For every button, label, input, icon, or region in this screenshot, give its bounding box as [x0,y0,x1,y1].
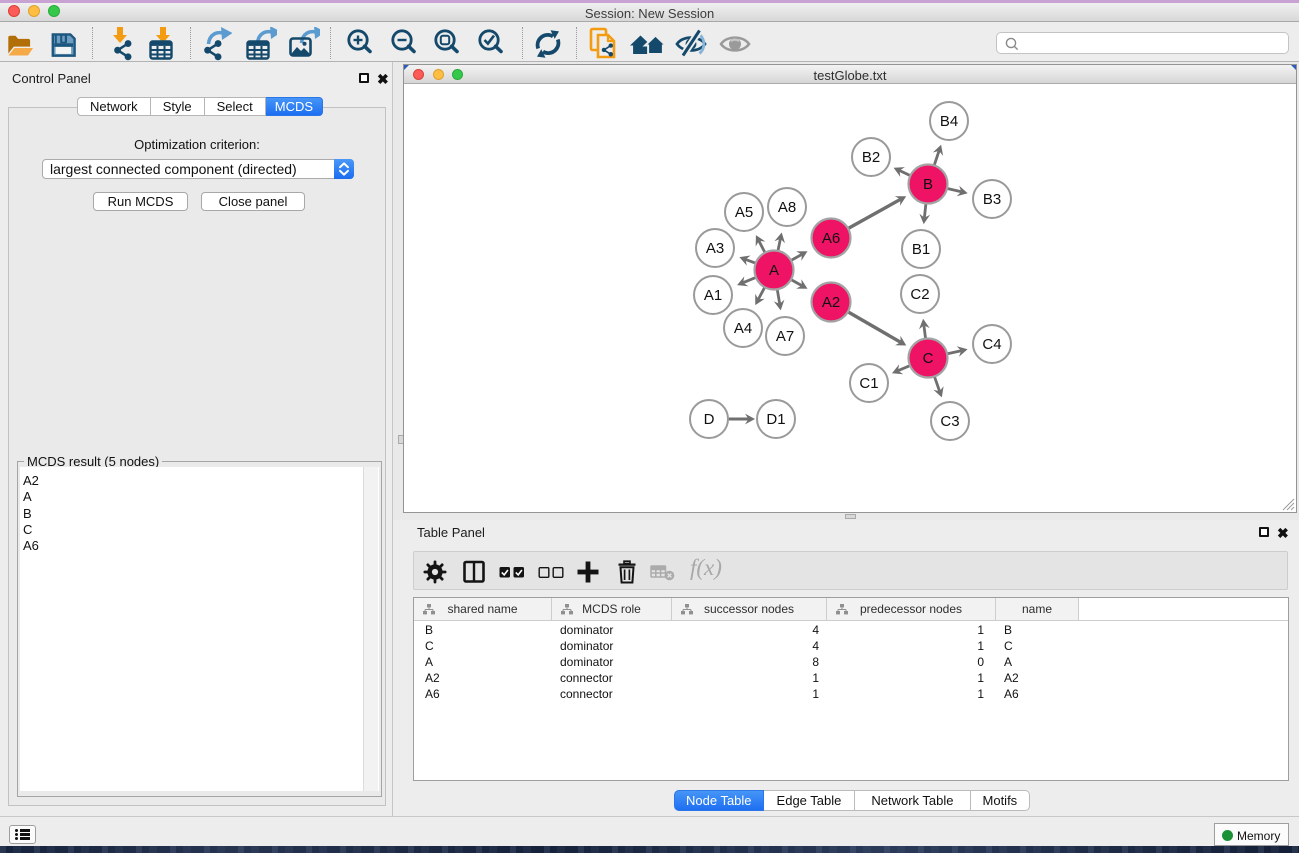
svg-text:C3: C3 [940,413,959,430]
svg-text:B1: B1 [912,241,930,258]
svg-text:C4: C4 [982,336,1001,353]
svg-text:A5: A5 [735,204,753,221]
svg-text:D1: D1 [766,411,785,428]
svg-text:A3: A3 [706,240,724,257]
svg-text:C2: C2 [910,286,929,303]
svg-text:C: C [923,350,934,367]
svg-text:B4: B4 [940,113,958,130]
svg-text:B2: B2 [862,149,880,166]
svg-text:C1: C1 [859,375,878,392]
svg-text:A: A [769,262,779,279]
svg-text:B: B [923,176,933,193]
svg-text:A4: A4 [734,320,752,337]
svg-text:B3: B3 [983,191,1001,208]
svg-text:A2: A2 [822,294,840,311]
svg-text:A6: A6 [822,230,840,247]
svg-text:A8: A8 [778,199,796,216]
svg-text:A7: A7 [776,328,794,345]
svg-text:D: D [704,411,715,428]
svg-text:A1: A1 [704,287,722,304]
